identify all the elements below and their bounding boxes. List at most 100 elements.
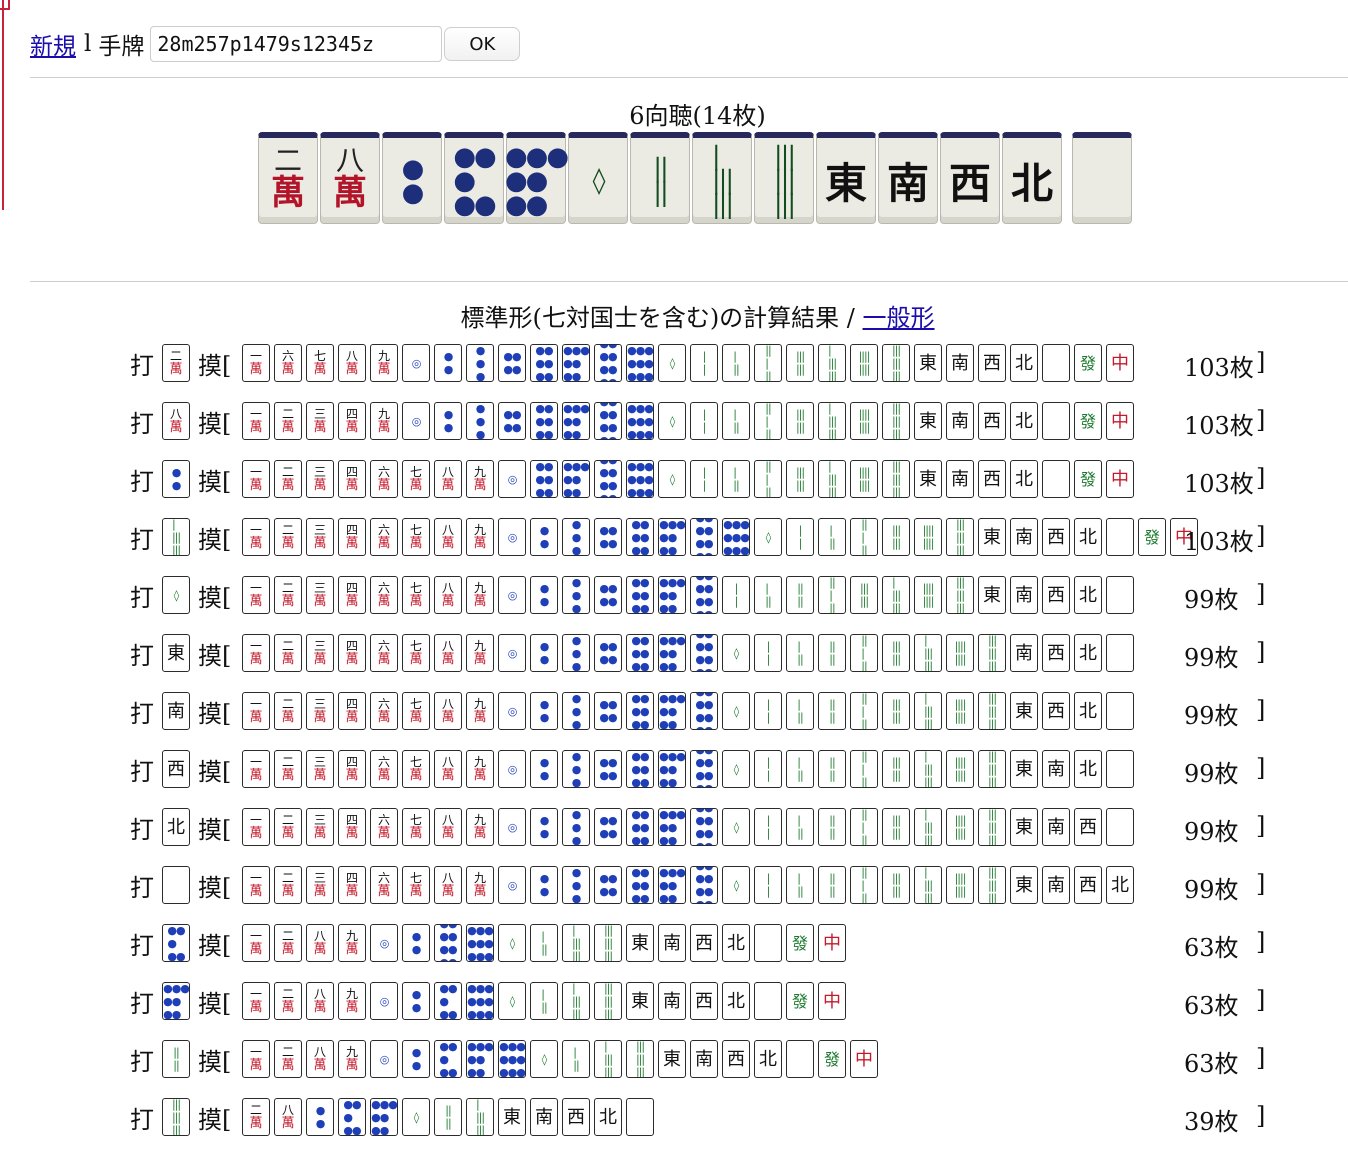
man-tile-icon: 四萬 [338,634,366,672]
tile-count: 63枚 [1184,934,1239,962]
sou-tile-icon: ◊ [498,924,526,962]
result-row: 打 ||| ||| ||| 摸[二萬八萬 ● ● ●● ● ●● ●●● ●● ●● ◊ || || | ||| |… [130,1097,658,1137]
haku-tile-icon [1106,808,1134,846]
hatsu-tile-icon: 發 [818,1040,846,1078]
sou-tile-icon: || || [434,1098,462,1136]
man-tile-icon: 六萬 [274,344,302,382]
wind-tile-icon: 東 [1010,750,1038,788]
chun-tile-icon: 中 [1106,402,1134,440]
pin-tile-icon: ●● ● ●● [338,1098,366,1136]
tile-count: 39枚 [1184,1108,1239,1136]
hatsu-tile-icon: 發 [1138,518,1166,556]
wind-tile-icon: 南 [530,1098,558,1136]
sou-tile-icon: |||| |||| [850,402,878,440]
pin-tile-icon: ●● ●● [498,402,526,440]
ok-button[interactable]: OK [444,27,521,61]
divider-middle [30,281,1348,282]
pin-tile-icon: ◎ [498,750,526,788]
sou-tile-icon: |||| |||| [946,808,974,846]
general-form-link[interactable]: 一般形 [863,304,935,332]
wind-tile-icon: 東 [498,1098,526,1136]
sou-tile-icon: || || [818,692,846,730]
draw-label: 摸[ [198,583,232,612]
haku-tile-icon [1106,576,1134,614]
pin-tile-icon: ◎ [370,1040,398,1078]
hand-tile: ||| ||| ||| [754,132,814,224]
close-bracket: ] [1256,348,1266,376]
hatsu-tile-icon: 發 [786,924,814,962]
discard-tile-icon: | ||| ||| [162,518,190,556]
wind-tile-icon: 西 [690,982,718,1020]
sou-tile-icon: | | [722,576,750,614]
pin-glyph: ●● ● ●● [453,141,496,220]
sou-tile-icon: | || [722,460,750,498]
sou-tile-icon: ||| ||| ||| [978,750,1006,788]
sou-tile-icon: || | || [754,402,782,440]
pin-tile-icon: ●●● ●● ●● [562,344,590,382]
sou-tile-icon: ◊ [722,866,750,904]
tile-count: 103枚 [1184,528,1254,556]
hand-tile: ●●● ●● ●● [505,132,569,224]
pin-glyph: ● ● [401,153,425,208]
wind-tile-icon: 西 [690,924,718,962]
pin-tile-icon: ●●●●●●●● [690,634,718,672]
close-bracket: ] [1256,870,1266,898]
wind-tile-icon: 西 [1074,808,1102,846]
sou-tile-icon: | ||| ||| [914,634,942,672]
sou-tile-icon: | ||| ||| [914,808,942,846]
sou-tile-icon: |||| |||| [850,460,878,498]
discard-tile-icon: ●●● ●● ●● [162,982,190,1020]
sou-tile-icon: | || [722,344,750,382]
man-tile-icon: 一萬 [242,402,270,440]
pin-tile-icon: ◎ [402,344,430,382]
man-tile-icon: 三萬 [306,402,334,440]
discard-label: 打 [130,641,154,670]
tile-count: 99枚 [1184,702,1239,730]
man-tile-icon: 一萬 [242,808,270,846]
sou-tile-icon: |||| |||| [946,634,974,672]
man-tile-icon: 八萬 [306,924,334,962]
draw-label: 摸[ [198,1105,232,1134]
pin-tile-icon: ●●● ●● ●● [370,1098,398,1136]
man-tile-icon: 四萬 [338,576,366,614]
sou-tile-icon: || | || [754,460,782,498]
man-tile-icon: 四萬 [338,692,366,730]
sou-tile-icon: ||| ||| ||| [978,692,1006,730]
sou-tile-icon: | ||| ||| [914,692,942,730]
sou-tile-icon: | | [690,344,718,382]
tile-count: 103枚 [1184,412,1254,440]
pin-tile-icon: ●●●●●●●● [690,750,718,788]
sou-tile-icon: || | || [818,576,846,614]
result-row: 打 | ||| ||| 摸[一萬二萬三萬四萬六萬七萬八萬九萬 ◎ ● ● ● ● ● ●● ●● ●● ●●… [130,517,1202,557]
pin-tile-icon: ● ● ● [562,808,590,846]
man-tile-icon: 七萬 [402,634,430,672]
tile-count: 63枚 [1184,992,1239,1020]
wind-tile-icon: 南 [658,924,686,962]
pin-tile-icon: ●●●●●●●● [594,460,622,498]
close-bracket: ] [1256,406,1266,434]
new-link[interactable]: 新規 [30,27,76,61]
sou-tile-icon: ||| ||| [882,692,910,730]
hand-tile: 西 [940,132,1000,224]
result-row: 打東摸[一萬二萬三萬四萬六萬七萬八萬九萬 ◎ ● ● ● ● ● ●● ●● ●● ●● ●● ●●● ●… [130,633,1138,673]
hand-input[interactable] [150,26,443,62]
wind-tile-icon: 北 [1010,344,1038,382]
tile-count: 99枚 [1184,818,1239,846]
man-tile-icon: 八萬 [434,634,462,672]
sou-tile-icon: | ||| ||| [466,1098,494,1136]
pin-tile-icon: ●●● ●●● ●●● [466,982,494,1020]
discard-tile-icon: 北 [162,808,190,846]
sou-tile-icon: || || [818,634,846,672]
man-tile-icon: 二萬 [242,1098,270,1136]
haku-tile-icon [626,1098,654,1136]
man-tile-icon: 八萬 [434,808,462,846]
draw-label: 摸[ [198,351,232,380]
wind-tile-icon: 南 [946,344,974,382]
wind-tile-icon: 東 [658,1040,686,1078]
sou-tile-icon: | ||| ||| [594,1040,622,1078]
man-tile-icon: 八萬 [434,692,462,730]
pin-tile-icon: ●●●●●●●● [690,518,718,556]
wind-tile-icon: 西 [978,460,1006,498]
wind-tile-icon: 南 [1042,808,1070,846]
man-tile-icon: 六萬 [370,460,398,498]
